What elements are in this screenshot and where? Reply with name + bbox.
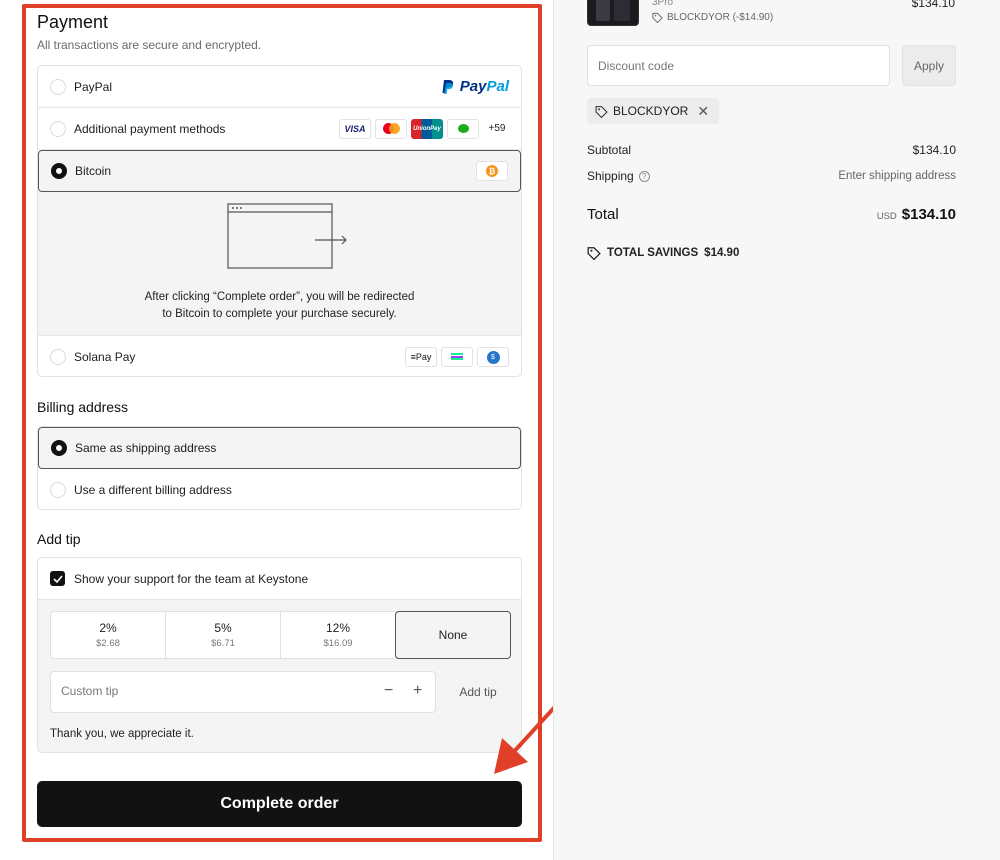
product-price: $134.10 [911,0,955,10]
order-summary: 3Pro BLOCKDYOR (-$14.90) $134.10 Apply B… [553,0,1000,860]
browser-redirect-icon [227,203,347,269]
payment-subtitle: All transactions are secure and encrypte… [37,38,262,52]
bitcoin-icon: ₿ [476,161,508,181]
tip-support-label: Show your support for the team at Keysto… [74,571,309,586]
billing-same-radio[interactable] [51,440,67,456]
tip-body: 2% $2.68 5% $6.71 12% $16.09 None − + [38,600,521,752]
subtotal-value: $134.10 [912,143,956,157]
tag-icon [652,12,663,23]
additional-radio[interactable] [50,120,66,137]
redirect-message-line1: After clicking “Complete order”, you wil… [144,291,415,303]
bitcoin-radio[interactable] [51,163,67,179]
savings-value: $14.90 [704,247,740,259]
visa-icon: VISA [339,118,371,139]
product-discount: BLOCKDYOR (-$14.90) [652,12,773,23]
total-value: $134.10 [901,206,956,223]
wechat-pay-icon [447,118,479,139]
tip-support-checkbox[interactable] [50,571,65,586]
discount-code-input[interactable] [598,59,878,73]
billing-different-radio[interactable] [50,482,66,498]
solana-icons: ≡Pay $ [405,347,509,367]
redirect-message: After clicking “Complete order”, you wil… [38,289,521,323]
tip-option-2[interactable]: 2% $2.68 [51,612,166,658]
tag-icon [587,247,601,260]
billing-option-same[interactable]: Same as shipping address [38,427,521,469]
card-icons: VISA UnionPay +59 [339,118,511,139]
tag-icon [595,105,608,118]
checkout-form: Payment All transactions are secure and … [0,0,627,860]
paypal-label: PayPal [74,79,113,94]
apply-discount-button[interactable]: Apply [902,45,956,86]
redirect-message-line2: to Bitcoin to complete your purchase sec… [162,308,397,320]
more-methods-count: +59 [488,123,506,134]
solana-label: Solana Pay [74,350,136,364]
tip-amount: $16.09 [323,638,353,649]
paypal-radio[interactable] [50,78,66,95]
billing-same-label: Same as shipping address [75,441,217,455]
remove-discount-close-icon[interactable]: ✕ [697,103,709,120]
unionpay-icon: UnionPay [411,118,443,139]
tip-option-5[interactable]: 5% $6.71 [166,612,281,658]
paypal-logo: Pay Pal [441,78,509,95]
additional-label: Additional payment methods [74,121,226,136]
solana-radio[interactable] [50,349,66,365]
tip-option-12[interactable]: 12% $16.09 [281,612,396,658]
total-row: Total USD $134.10 [587,206,956,223]
product-thumbnail [587,0,639,26]
tip-title: Add tip [37,531,81,547]
payment-option-paypal[interactable]: PayPal Pay Pal [38,66,521,108]
billing-option-different[interactable]: Use a different billing address [38,469,521,509]
shipping-value: Enter shipping address [838,170,956,182]
custom-tip-field: − + [50,671,436,713]
subtotal-label: Subtotal [587,143,632,157]
billing-options: Same as shipping address Use a different… [37,426,522,510]
payment-methods: PayPal Pay Pal Additional payment methods… [37,65,522,377]
paypal-p-icon [441,79,455,95]
shipping-row: Shipping? Enter shipping address [587,169,956,183]
tip-thanks-message: Thank you, we appreciate it. [50,728,194,740]
tip-decrement-button[interactable]: − [384,682,393,700]
total-label: Total [587,206,619,223]
payment-title: Payment [37,12,109,32]
complete-order-button[interactable]: Complete order [37,781,522,827]
solana-pay-icon: ≡Pay [405,347,437,367]
paypal-logo-pay: Pay [459,78,487,95]
tip-pct: 5% [214,621,232,635]
total-currency: USD [876,211,897,222]
tip-amount: $6.71 [211,638,235,649]
mastercard-icon [375,118,407,139]
tip-increment-button[interactable]: + [413,682,422,700]
payment-option-bitcoin[interactable]: Bitcoin ₿ [38,150,521,192]
tip-pct: 2% [99,621,117,635]
tip-support-row[interactable]: Show your support for the team at Keysto… [38,558,521,600]
bitcoin-redirect-panel: After clicking “Complete order”, you wil… [38,192,521,336]
tip-pct: 12% [325,621,351,635]
help-icon[interactable]: ? [638,171,650,183]
checkmark-icon [52,574,63,583]
discount-code-field [587,45,890,86]
applied-discount-code: BLOCKDYOR [613,104,689,118]
product-variant: 3Pro [652,0,674,8]
paypal-logo-pal: Pal [486,78,509,95]
billing-title: Billing address [37,399,129,415]
total-savings: TOTAL SAVINGS $14.90 [587,246,739,260]
savings-label: TOTAL SAVINGS [607,247,699,259]
shipping-label: Shipping [587,169,634,183]
billing-different-label: Use a different billing address [74,483,232,497]
payment-option-additional[interactable]: Additional payment methods VISA UnionPay… [38,108,521,150]
subtotal-row: Subtotal $134.10 [587,143,956,157]
tip-box: Show your support for the team at Keysto… [37,557,522,753]
usdc-icon: $ [477,347,509,367]
product-discount-text: BLOCKDYOR (-$14.90) [667,12,774,23]
tip-none-label: None [438,628,468,642]
custom-tip-input[interactable] [61,684,361,698]
tip-options: 2% $2.68 5% $6.71 12% $16.09 None [50,611,511,659]
payment-option-solana[interactable]: Solana Pay ≡Pay $ [38,336,521,376]
tip-amount: $2.68 [96,638,120,649]
bitcoin-glyph: ₿ [486,165,498,177]
bitcoin-label: Bitcoin [75,164,112,178]
applied-discount-chip: BLOCKDYOR ✕ [587,98,720,124]
solana-icon [441,347,473,367]
